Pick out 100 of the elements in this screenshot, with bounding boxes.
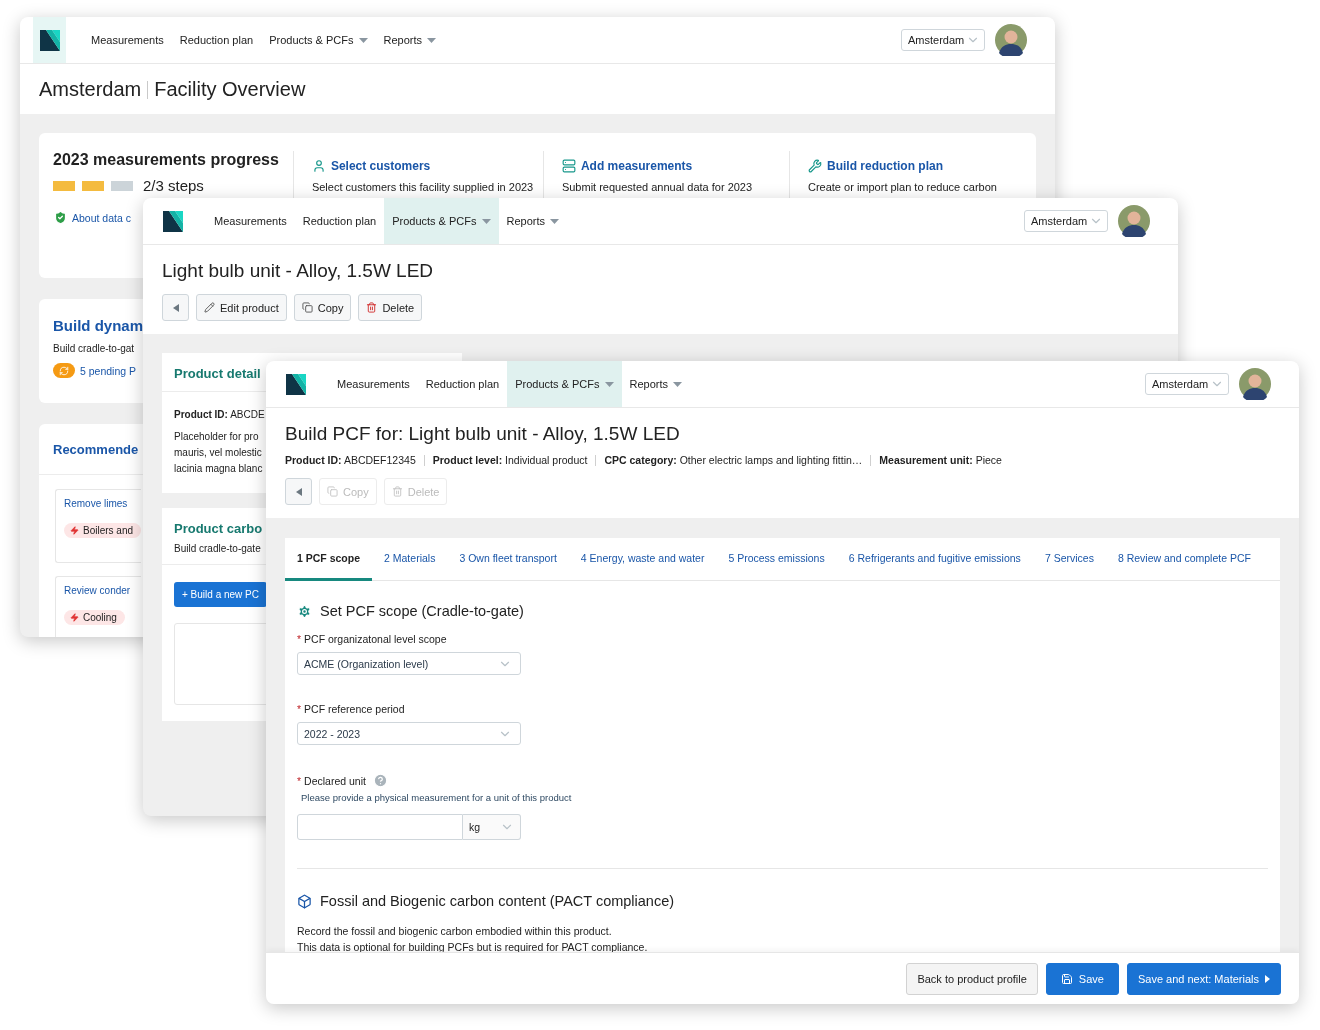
box-icon (297, 893, 312, 909)
caret-right-icon (1265, 974, 1270, 983)
user-icon (311, 159, 326, 173)
logo-icon[interactable] (39, 29, 60, 51)
card-title: 2023 measurements progress (53, 151, 279, 169)
back-button[interactable] (162, 294, 189, 321)
recommendation-title[interactable]: Review conder (64, 585, 131, 596)
back-button[interactable]: Back to product profile (906, 962, 1038, 995)
card-title: Build dynam (53, 317, 144, 334)
pending-link[interactable]: 5 pending P (80, 364, 137, 377)
recommendation-card[interactable]: Review conder Cooling (55, 576, 141, 637)
page-title: Facility Overview (154, 78, 306, 101)
page-title: Build PCF for: Light bulb unit - Alloy, 1.5W LED (285, 423, 681, 445)
caret-icon (673, 381, 683, 387)
unit-select[interactable]: kg (463, 814, 521, 840)
nav-item[interactable]: Reports (621, 361, 691, 407)
select-field[interactable]: 2022 - 2023 (297, 722, 521, 745)
recommendation-card[interactable]: Remove limes Boilers and (55, 489, 141, 563)
nav-item[interactable]: Measurements (329, 361, 418, 407)
step-tab[interactable]: 4 Energy, waste and water (568, 538, 717, 581)
category-tag: Cooling (64, 610, 125, 625)
nav-item[interactable]: Reduction plan (171, 17, 262, 63)
nav-item[interactable]: Products & PCFs (261, 17, 376, 63)
task-description: Create or import plan to reduce carbon (807, 181, 997, 194)
delete-button[interactable]: Delete (358, 294, 423, 321)
card-text: Build cradle-to-gate (174, 543, 262, 554)
nav-item[interactable]: Products & PCFs (507, 361, 622, 407)
select-field[interactable]: ACME (Organization level) (297, 652, 521, 675)
home-tab[interactable] (33, 17, 66, 63)
step-tab[interactable]: 5 Process emissions (716, 538, 837, 581)
product-attribute: Product ID: ABCDEF12345 (285, 455, 417, 466)
avatar[interactable] (995, 24, 1027, 56)
lightning-icon (70, 613, 79, 622)
product-title: Light bulb unit - Alloy, 1.5W LED (162, 260, 435, 282)
save-button[interactable]: Save (1045, 962, 1119, 995)
copy-icon (327, 486, 338, 497)
card-text: Build cradle-to-gat (53, 343, 136, 354)
nav-item[interactable]: Measurements (83, 17, 172, 63)
step-tab[interactable]: 8 Review and complete PCF (1105, 538, 1263, 581)
task-link[interactable]: Select customers (330, 159, 431, 173)
edit-button[interactable]: Edit product (196, 294, 287, 321)
product-id: Product ID: ABCDE (174, 409, 266, 420)
copy-icon (301, 302, 313, 313)
step-tab[interactable]: 7 Services (1032, 538, 1106, 581)
shield-check-icon (53, 210, 68, 225)
task-link[interactable]: Build reduction plan (826, 159, 943, 173)
sync-badge (53, 363, 75, 378)
product-attribute: CPC category: Other electric lamps and lighting fittin… (595, 455, 871, 466)
field-label: * Declared unit (297, 773, 1268, 788)
save-next-button[interactable]: Save and next: Materials (1126, 962, 1281, 995)
location-select[interactable]: Amsterdam (1024, 210, 1108, 232)
card-title: Recommende (53, 442, 139, 457)
caret-icon (358, 37, 368, 43)
wrench-icon (807, 159, 822, 173)
trash-icon (391, 486, 403, 497)
step-tab[interactable]: 3 Own fleet transport (447, 538, 569, 581)
pencil-icon (204, 302, 215, 313)
section-title: Fossil and Biogenic carbon content (PACT compliance) (320, 893, 675, 909)
back-icon (295, 487, 302, 496)
location-select[interactable]: Amsterdam (901, 29, 985, 51)
caret-icon (427, 37, 437, 43)
task-description: Submit requested annual data for 2023 (561, 181, 753, 194)
card-title: Product carbo (174, 521, 263, 536)
facility-name: Amsterdam (39, 78, 142, 101)
copy-button[interactable]: Copy (293, 294, 352, 321)
nav-item[interactable]: Measurements (206, 198, 295, 244)
task-link[interactable]: Add measurements (580, 159, 693, 173)
step-tab[interactable]: 6 Refrigerants and fugitive emissions (836, 538, 1033, 581)
field-label: * PCF organizatonal level scope (297, 633, 448, 645)
product-attribute: Measurement unit: Piece (870, 455, 1010, 466)
build-pcf-button[interactable]: + Build a new PC (174, 582, 267, 607)
nav-item[interactable]: Reduction plan (417, 361, 508, 407)
logo-icon[interactable] (162, 210, 183, 232)
card-title: Product detail (174, 366, 261, 381)
gear-icon (297, 603, 312, 619)
category-tag: Boilers and (64, 523, 142, 538)
trash-icon (366, 302, 378, 313)
list-icon (561, 159, 576, 173)
avatar[interactable] (1118, 205, 1150, 237)
about-data-link[interactable]: About data c (72, 211, 131, 224)
field-hint: Please provide a physical measurement for a unit of this product (301, 792, 573, 803)
amount-field[interactable] (297, 814, 463, 840)
section-description: Record the fossil and biogenic carbon embodied within this product. This data is optional for building PCFs but is required for PACT compliance. (297, 924, 648, 955)
step-tab[interactable]: 2 Materials (372, 538, 448, 581)
caret-icon (481, 218, 491, 224)
field-label: * PCF reference period (297, 703, 406, 715)
task-description: Select customers this facility supplied in 2023 (311, 181, 534, 194)
avatar[interactable] (1239, 368, 1271, 400)
nav-item[interactable]: Reports (498, 198, 568, 244)
recommendation-title[interactable]: Remove limes (64, 498, 128, 509)
logo-icon[interactable] (285, 373, 306, 395)
step-tab[interactable]: 1 PCF scope (285, 538, 373, 581)
nav-item[interactable]: Reduction plan (294, 198, 385, 244)
location-select[interactable]: Amsterdam (1145, 373, 1229, 395)
save-icon (1060, 972, 1073, 985)
back-button[interactable] (285, 478, 312, 505)
nav-item[interactable]: Reports (375, 17, 445, 63)
lightning-icon (70, 526, 79, 535)
caret-icon (604, 381, 614, 387)
nav-item[interactable]: Products & PCFs (384, 198, 499, 244)
